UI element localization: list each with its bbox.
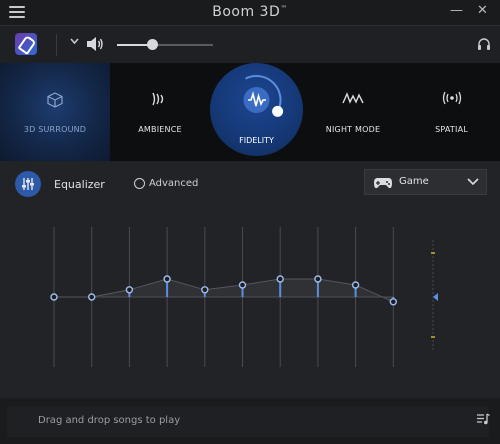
broadcast-icon (442, 91, 461, 105)
eq-band-handle[interactable] (351, 281, 360, 289)
headphone-icon[interactable] (477, 37, 491, 51)
eq-band-handle[interactable] (238, 281, 247, 289)
chevron-down-icon[interactable] (70, 38, 79, 45)
eq-band-handle[interactable] (50, 293, 58, 301)
effect-label-night-mode: NIGHT MODE (325, 125, 381, 134)
eq-band-handle[interactable] (125, 286, 134, 294)
equalizer-graph[interactable] (0, 161, 500, 398)
effect-label-spatial: SPATIAL (435, 125, 468, 134)
effect-night-mode[interactable]: NIGHT MODE (303, 63, 403, 161)
title-bar: Boom 3D™ — ✕ (0, 0, 500, 25)
app-title-text: Boom 3D (212, 4, 281, 20)
equalizer-panel: Equalizer Advanced Game (0, 161, 500, 398)
close-button[interactable]: ✕ (477, 3, 488, 18)
effect-3d-surround[interactable]: 3D SURROUND (0, 63, 110, 161)
eq-band-handle[interactable] (87, 293, 96, 301)
wave-line-icon (342, 92, 364, 104)
eq-band-handle[interactable] (389, 298, 397, 306)
playlist-icon[interactable] (476, 412, 490, 426)
speaker-icon[interactable] (86, 36, 104, 52)
effect-spatial[interactable]: SPATIAL (403, 63, 500, 161)
microphone-icon[interactable] (15, 33, 37, 55)
volume-slider-knob[interactable] (147, 39, 159, 50)
app-title: Boom 3D™ (0, 4, 500, 20)
eq-band-handle[interactable] (163, 275, 171, 283)
control-bar (0, 25, 500, 63)
effect-ambience[interactable]: AMBIENCE (110, 63, 210, 161)
playlist-bar: Drag and drop songs to play (0, 398, 500, 444)
playlist-placeholder: Drag and drop songs to play (38, 415, 181, 426)
effect-label-ambience: AMBIENCE (138, 125, 182, 134)
preamp-handle[interactable] (433, 293, 438, 301)
trademark-mark: ™ (280, 4, 288, 13)
eq-band-handle[interactable] (276, 275, 284, 283)
cube-icon (47, 92, 63, 108)
eq-band-handle[interactable] (201, 286, 209, 294)
minimize-button[interactable]: — (450, 3, 463, 18)
effect-label-fidelity: FIDELITY (239, 136, 274, 145)
wave-icon (152, 92, 164, 106)
effect-label-3d-surround: 3D SURROUND (23, 125, 87, 134)
divider (56, 34, 57, 56)
eq-band-handle[interactable] (314, 275, 322, 283)
